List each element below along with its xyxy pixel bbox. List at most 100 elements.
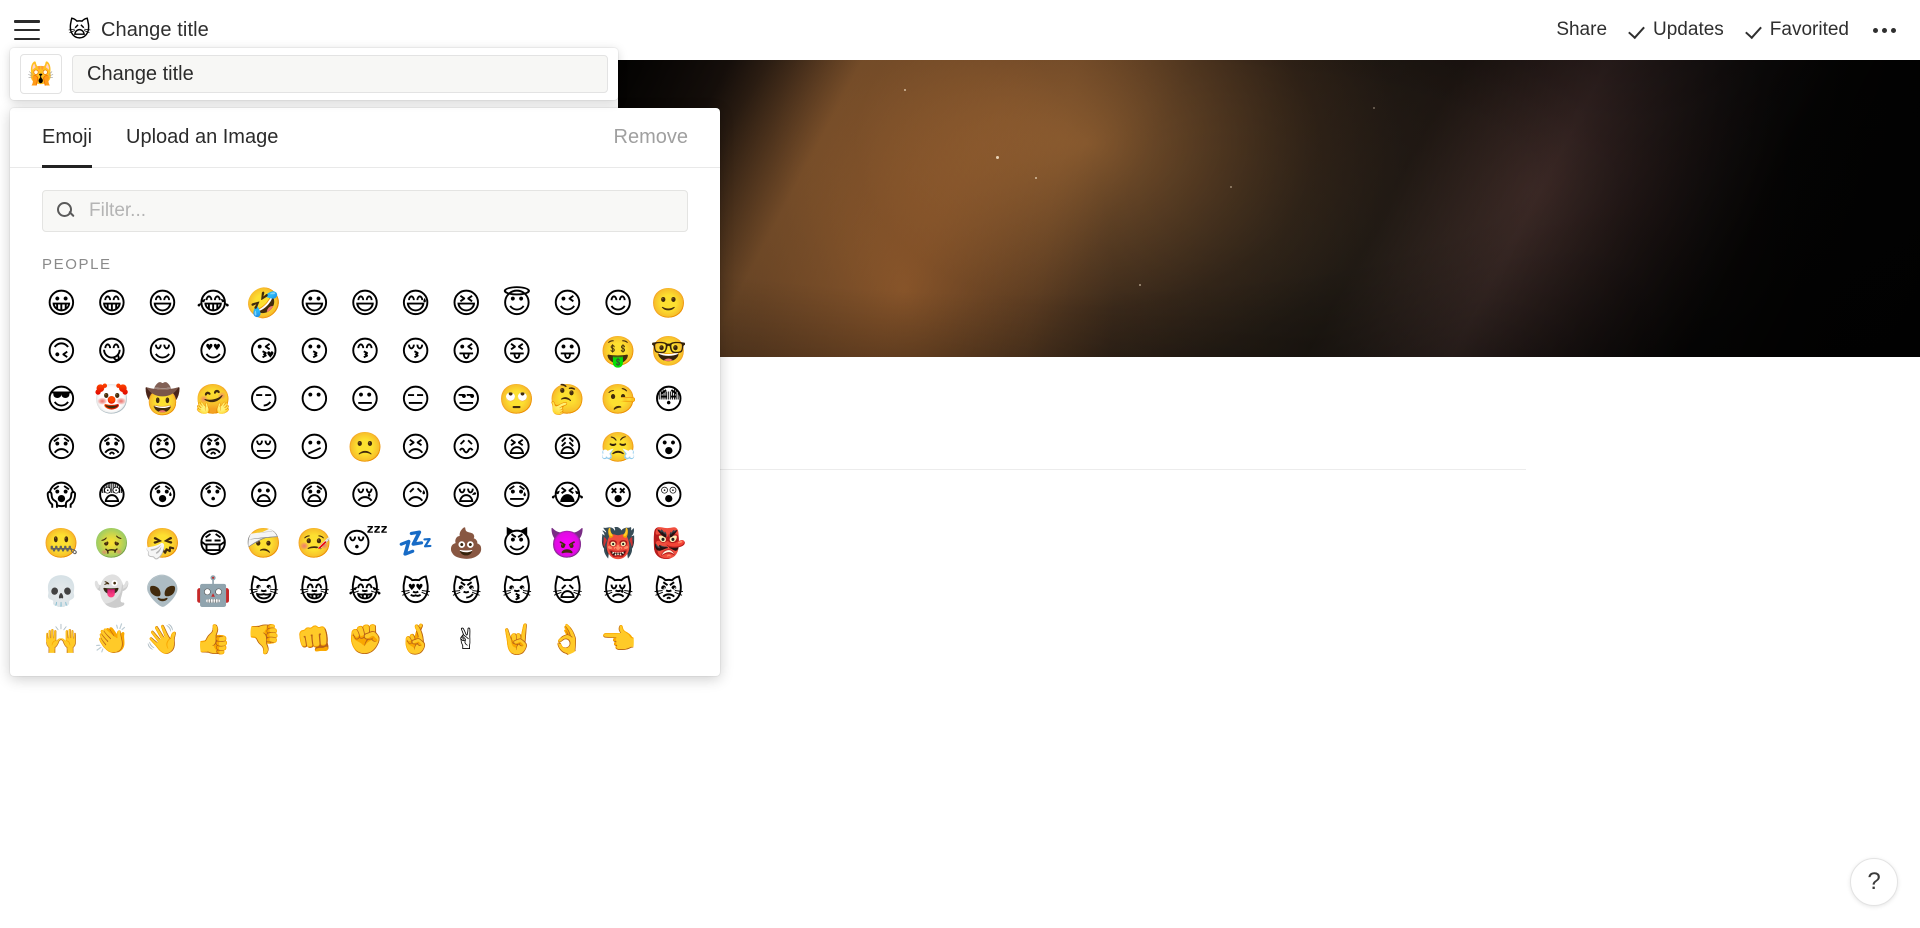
- emoji-cell[interactable]: 😎: [36, 379, 87, 421]
- emoji-cell[interactable]: 😱: [36, 475, 87, 517]
- title-input[interactable]: [72, 55, 608, 93]
- emoji-cell[interactable]: 😰: [137, 475, 188, 517]
- emoji-cell[interactable]: 👌: [542, 619, 593, 661]
- breadcrumb-title[interactable]: Change title: [101, 19, 209, 42]
- emoji-cell[interactable]: 🙂: [643, 283, 694, 325]
- emoji-cell[interactable]: 😳: [643, 379, 694, 421]
- emoji-cell[interactable]: 😺: [238, 571, 289, 613]
- more-options-icon[interactable]: [1871, 22, 1898, 39]
- emoji-cell[interactable]: 😄: [340, 283, 391, 325]
- emoji-cell[interactable]: 🙁: [340, 427, 391, 469]
- emoji-cell[interactable]: 😉: [542, 283, 593, 325]
- favorited-toggle[interactable]: Favorited: [1746, 19, 1849, 41]
- emoji-cell[interactable]: 😨: [87, 475, 138, 517]
- emoji-cell[interactable]: 🤣: [238, 283, 289, 325]
- emoji-cell[interactable]: 🤗: [188, 379, 239, 421]
- emoji-cell[interactable]: 😹: [340, 571, 391, 613]
- emoji-cell[interactable]: 🤡: [87, 379, 138, 421]
- emoji-cell[interactable]: 💤: [390, 523, 441, 565]
- emoji-cell[interactable]: 🤥: [593, 379, 644, 421]
- emoji-cell[interactable]: 😞: [36, 427, 87, 469]
- emoji-cell[interactable]: 😢: [340, 475, 391, 517]
- emoji-cell[interactable]: 😟: [87, 427, 138, 469]
- tab-emoji[interactable]: Emoji: [42, 108, 93, 168]
- emoji-cell[interactable]: 🤠: [137, 379, 188, 421]
- emoji-cell[interactable]: 👺: [643, 523, 694, 565]
- emoji-cell[interactable]: 😊: [593, 283, 644, 325]
- emoji-cell[interactable]: 😼: [441, 571, 492, 613]
- filter-input[interactable]: [87, 199, 687, 223]
- emoji-cell[interactable]: 💀: [36, 571, 87, 613]
- emoji-cell[interactable]: 👻: [87, 571, 138, 613]
- emoji-cell[interactable]: 😮: [643, 427, 694, 469]
- emoji-cell[interactable]: 💩: [441, 523, 492, 565]
- emoji-cell[interactable]: 😄: [137, 283, 188, 325]
- emoji-cell[interactable]: 👊: [289, 619, 340, 661]
- emoji-cell[interactable]: 😚: [390, 331, 441, 373]
- emoji-cell[interactable]: 😇: [492, 283, 543, 325]
- emoji-cell[interactable]: 👹: [593, 523, 644, 565]
- emoji-cell[interactable]: 😯: [188, 475, 239, 517]
- emoji-cell[interactable]: 👈: [593, 619, 644, 661]
- breadcrumb-emoji-icon[interactable]: 🙀: [68, 19, 91, 41]
- emoji-cell[interactable]: 😅: [390, 283, 441, 325]
- emoji-cell[interactable]: 😷: [188, 523, 239, 565]
- emoji-cell[interactable]: 👿: [542, 523, 593, 565]
- emoji-cell[interactable]: 🤞: [390, 619, 441, 661]
- emoji-cell[interactable]: 😥: [390, 475, 441, 517]
- emoji-cell[interactable]: 🙄: [492, 379, 543, 421]
- emoji-cell[interactable]: 😋: [87, 331, 138, 373]
- emoji-cell[interactable]: 😙: [340, 331, 391, 373]
- emoji-cell[interactable]: 😭: [542, 475, 593, 517]
- emoji-cell[interactable]: 😶: [289, 379, 340, 421]
- emoji-cell[interactable]: 😸: [289, 571, 340, 613]
- emoji-cell[interactable]: 😆: [441, 283, 492, 325]
- emoji-cell[interactable]: 😃: [289, 283, 340, 325]
- emoji-cell[interactable]: 🤕: [238, 523, 289, 565]
- emoji-cell[interactable]: 😌: [137, 331, 188, 373]
- emoji-cell[interactable]: 😔: [238, 427, 289, 469]
- emoji-cell[interactable]: 🤔: [542, 379, 593, 421]
- emoji-cell[interactable]: 👽: [137, 571, 188, 613]
- emoji-cell[interactable]: 🤒: [289, 523, 340, 565]
- filter-box[interactable]: [42, 190, 688, 232]
- emoji-cell[interactable]: 😘: [238, 331, 289, 373]
- emoji-cell[interactable]: 😦: [238, 475, 289, 517]
- emoji-cell[interactable]: 😏: [238, 379, 289, 421]
- emoji-cell[interactable]: 😡: [188, 427, 239, 469]
- emoji-cell[interactable]: 🙃: [36, 331, 87, 373]
- emoji-cell[interactable]: 😈: [492, 523, 543, 565]
- emoji-cell[interactable]: 😗: [289, 331, 340, 373]
- remove-button[interactable]: Remove: [614, 126, 688, 149]
- document-emoji-button[interactable]: 🙀: [20, 54, 62, 94]
- emoji-cell[interactable]: 👋: [137, 619, 188, 661]
- emoji-cell[interactable]: 😩: [542, 427, 593, 469]
- emoji-cell[interactable]: 😓: [492, 475, 543, 517]
- emoji-cell[interactable]: 😑: [390, 379, 441, 421]
- emoji-cell[interactable]: ✊: [340, 619, 391, 661]
- emoji-cell[interactable]: 😣: [390, 427, 441, 469]
- emoji-cell[interactable]: 😍: [188, 331, 239, 373]
- emoji-cell[interactable]: 😽: [492, 571, 543, 613]
- emoji-cell[interactable]: 😫: [492, 427, 543, 469]
- emoji-cell[interactable]: 😝: [492, 331, 543, 373]
- help-button[interactable]: ?: [1850, 858, 1898, 906]
- emoji-cell[interactable]: 😂: [188, 283, 239, 325]
- emoji-cell[interactable]: 🙀: [542, 571, 593, 613]
- emoji-cell[interactable]: 🤘: [492, 619, 543, 661]
- tab-upload-an-image[interactable]: Upload an Image: [126, 108, 278, 168]
- emoji-cell[interactable]: 😐: [340, 379, 391, 421]
- emoji-cell[interactable]: 😻: [390, 571, 441, 613]
- emoji-cell[interactable]: 😿: [593, 571, 644, 613]
- updates-toggle[interactable]: Updates: [1629, 19, 1724, 41]
- cover-image[interactable]: [618, 52, 1920, 357]
- emoji-cell[interactable]: 🤓: [643, 331, 694, 373]
- emoji-cell[interactable]: 🤧: [137, 523, 188, 565]
- emoji-cell[interactable]: 🤐: [36, 523, 87, 565]
- emoji-cell[interactable]: 😀: [36, 283, 87, 325]
- emoji-cell[interactable]: 😁: [87, 283, 138, 325]
- emoji-cell[interactable]: 😧: [289, 475, 340, 517]
- emoji-cell[interactable]: 🤢: [87, 523, 138, 565]
- emoji-cell[interactable]: 👎: [238, 619, 289, 661]
- emoji-cell[interactable]: 😒: [441, 379, 492, 421]
